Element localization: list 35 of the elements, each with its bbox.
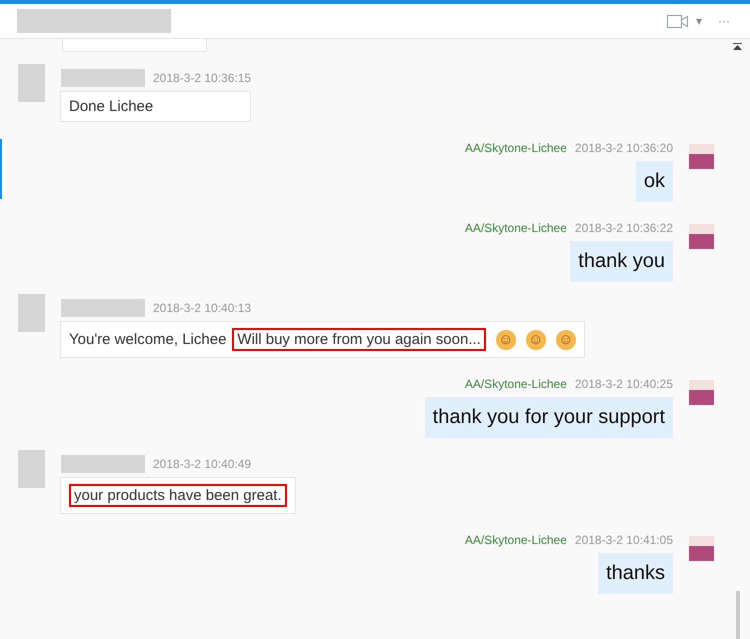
avatar-photo: [689, 536, 714, 561]
message-text: You're welcome, Lichee: [69, 331, 226, 348]
message-text: Done Lichee: [69, 98, 154, 115]
video-camera-icon[interactable]: [667, 14, 688, 28]
smiley-emoji: ☺: [496, 330, 516, 350]
message-text: thank you for your support: [432, 406, 665, 429]
timestamp: 2018-3-2 10:40:13: [153, 301, 252, 315]
avatar-placeholder: [18, 64, 45, 102]
highlighted-text: your products have been great.: [69, 484, 287, 507]
avatar-placeholder: [18, 294, 45, 332]
sender-name: AA/Skytone-Lichee: [464, 533, 567, 547]
more-button[interactable]: ···: [718, 14, 730, 28]
sender-name: AA/Skytone-Lichee: [464, 141, 567, 155]
sender-name: AA/Skytone-Lichee: [464, 377, 567, 391]
selection-indicator: [0, 139, 2, 199]
highlighted-text: Will buy more from you again soon...: [232, 328, 486, 351]
timestamp: 2018-3-2 10:41:05: [574, 533, 673, 547]
caret-icon[interactable]: ▾: [696, 14, 702, 28]
message-text: thanks: [606, 562, 665, 585]
timestamp: 2018-3-2 10:40:25: [574, 377, 673, 391]
timestamp: 2018-3-2 10:36:20: [574, 141, 673, 155]
message-text: thank you: [578, 250, 665, 273]
timestamp: 2018-3-2 10:36:15: [153, 71, 252, 85]
scrollbar-thumb[interactable]: [736, 591, 740, 639]
avatar-photo: [689, 380, 714, 405]
avatar-photo: [689, 224, 714, 249]
smiley-emoji: ☺: [556, 330, 576, 350]
avatar-placeholder: [18, 450, 45, 488]
smiley-emoji: ☺: [526, 330, 546, 350]
sender-name: AA/Skytone-Lichee: [464, 221, 567, 235]
timestamp: 2018-3-2 10:40:49: [153, 457, 252, 471]
avatar-photo: [689, 144, 714, 169]
message-text: ok: [644, 170, 665, 193]
scroll-up-arrow-icon[interactable]: [733, 43, 742, 50]
timestamp: 2018-3-2 10:36:22: [574, 221, 673, 235]
